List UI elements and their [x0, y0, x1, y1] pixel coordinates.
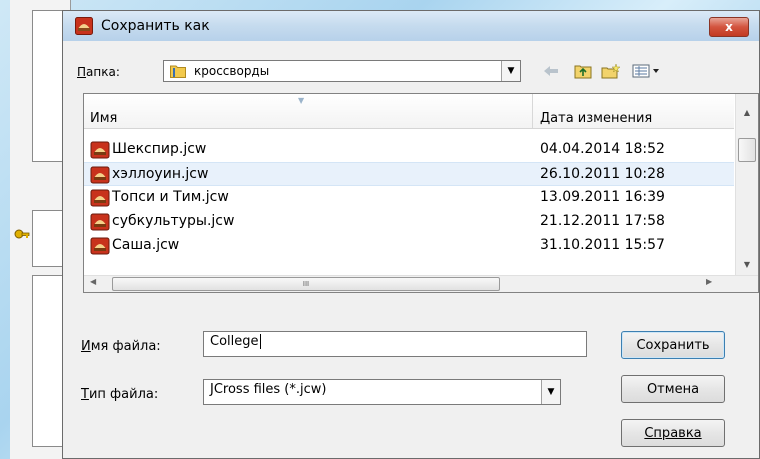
column-header-name[interactable]: Имя	[90, 111, 117, 126]
jcw-file-icon	[90, 141, 110, 159]
column-divider[interactable]	[532, 94, 533, 128]
jcross-app-icon	[75, 17, 93, 35]
key-icon	[14, 229, 30, 239]
cancel-button[interactable]: Отмена	[621, 375, 725, 403]
title-bar[interactable]: Сохранить как x	[63, 11, 759, 41]
new-folder-icon[interactable]	[601, 62, 621, 80]
save-button-label: Сохранить	[636, 337, 710, 353]
dialog-title: Сохранить как	[101, 18, 210, 34]
file-row[interactable]: Шекспир.jcw 04.04.2014 18:52	[84, 138, 734, 162]
file-date: 31.10.2011 15:57	[540, 237, 665, 253]
back-arrow-icon[interactable]	[541, 62, 561, 80]
horizontal-scroll-thumb[interactable]: III	[112, 277, 500, 291]
vertical-scroll-thumb[interactable]	[738, 138, 756, 162]
scroll-left-icon[interactable]: ◀	[90, 277, 96, 286]
list-header: ▼ Имя Дата изменения	[84, 94, 734, 129]
file-name: субкультуры.jcw	[112, 213, 235, 229]
file-row[interactable]: субкультуры.jcw 21.12.2011 17:58	[84, 210, 734, 234]
folder-icon	[170, 65, 186, 78]
folder-label: Папка:	[77, 65, 120, 79]
horizontal-scrollbar[interactable]: ◀ III ▶	[84, 275, 758, 292]
sort-indicator-icon: ▼	[298, 96, 305, 105]
file-name: Саша.jcw	[112, 237, 180, 253]
column-header-date[interactable]: Дата изменения	[540, 111, 652, 126]
file-list[interactable]: ▼ Имя Дата изменения Шекспир.jcw 04.04.2…	[83, 93, 759, 293]
scroll-down-icon[interactable]: ▼	[736, 260, 758, 269]
jcw-file-icon	[90, 189, 110, 207]
text-cursor	[259, 334, 261, 349]
file-name: хэллоуин.jcw	[112, 166, 209, 182]
jcw-file-icon	[90, 237, 110, 255]
chevron-down-icon[interactable]: ▼	[501, 61, 520, 81]
help-button-label: Справка	[644, 425, 702, 441]
close-button[interactable]: x	[709, 17, 749, 37]
save-button[interactable]: Сохранить	[621, 331, 725, 359]
jcw-file-icon	[90, 213, 110, 231]
filename-value: College	[210, 334, 259, 349]
help-button[interactable]: Справка	[621, 419, 725, 447]
folder-dropdown[interactable]: кроссворды ▼	[163, 60, 521, 82]
file-row[interactable]: хэллоуин.jcw 26.10.2011 10:28	[84, 162, 734, 186]
chevron-down-icon[interactable]: ▼	[541, 380, 560, 404]
filetype-label: Тип файла:	[81, 387, 159, 402]
file-date: 13.09.2011 16:39	[540, 189, 665, 205]
file-row[interactable]: Топси и Тим.jcw 13.09.2011 16:39	[84, 186, 734, 210]
filename-input[interactable]: College	[203, 331, 587, 357]
file-name: Шекспир.jcw	[112, 141, 207, 157]
jcw-file-icon	[90, 166, 110, 184]
file-name: Топси и Тим.jcw	[112, 189, 229, 205]
cancel-button-label: Отмена	[646, 381, 700, 397]
folder-value: кроссворды	[194, 64, 270, 78]
filename-label: Имя файла:	[81, 339, 161, 354]
scroll-right-icon[interactable]: ▶	[706, 277, 712, 286]
filetype-dropdown[interactable]: JCross files (*.jcw) ▼	[203, 379, 561, 405]
vertical-scrollbar[interactable]: ▲ ▼	[735, 94, 758, 276]
file-date: 26.10.2011 10:28	[540, 166, 665, 182]
up-folder-icon[interactable]	[573, 62, 593, 80]
file-row[interactable]: Саша.jcw 31.10.2011 15:57	[84, 234, 734, 258]
view-menu-icon[interactable]	[631, 62, 663, 80]
file-date: 04.04.2014 18:52	[540, 141, 665, 157]
filetype-value: JCross files (*.jcw)	[210, 382, 327, 397]
save-as-dialog: Сохранить как x Папка: кроссворды ▼ ▼ Им…	[62, 10, 760, 459]
scroll-up-icon[interactable]: ▲	[736, 108, 758, 117]
file-date: 21.12.2011 17:58	[540, 213, 665, 229]
